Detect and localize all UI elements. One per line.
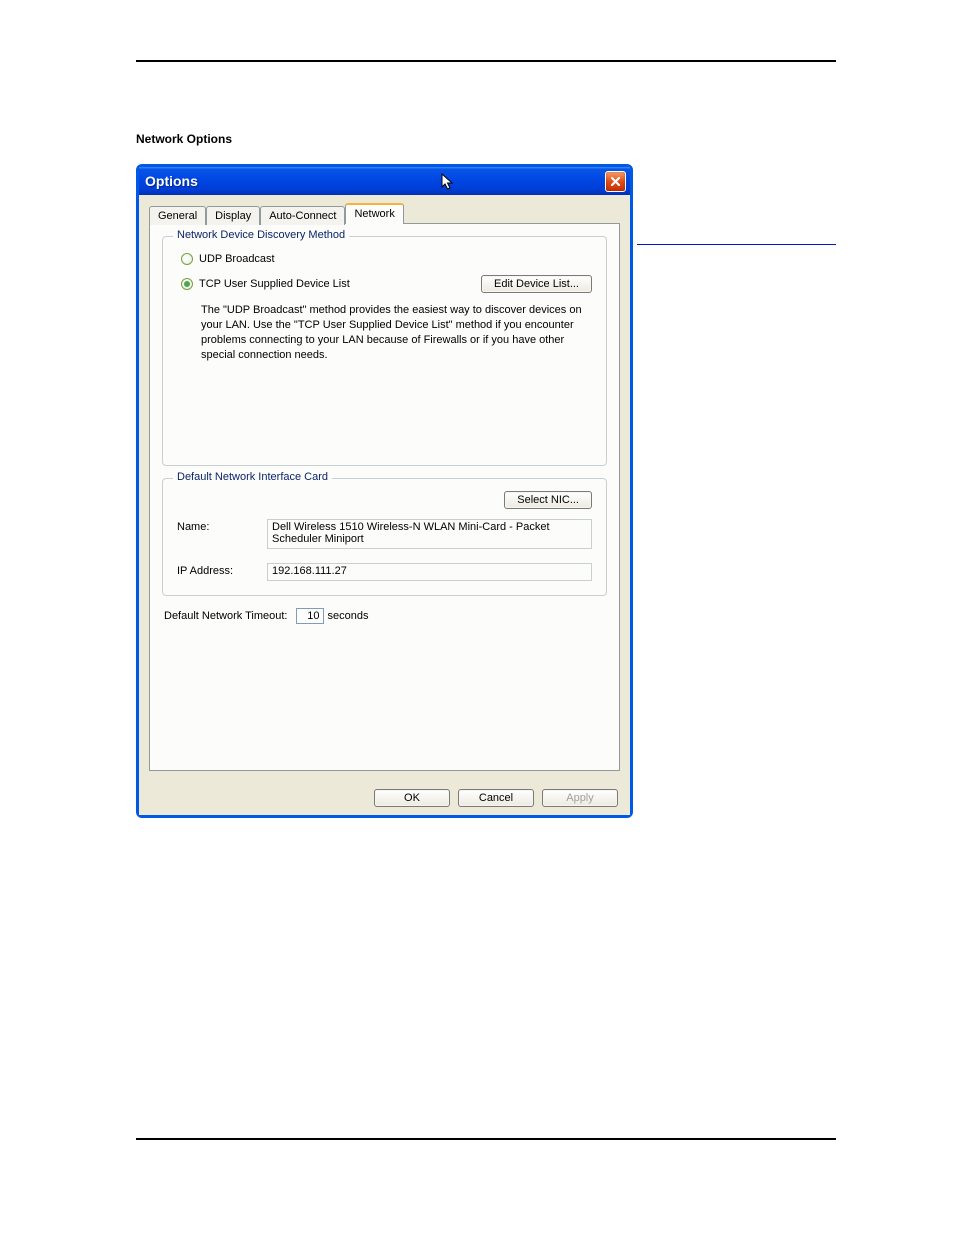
tab-display[interactable]: Display <box>206 206 260 225</box>
bottom-divider <box>136 1138 836 1140</box>
nic-group: Default Network Interface Card Select NI… <box>162 478 607 596</box>
cancel-button[interactable]: Cancel <box>458 789 534 807</box>
close-button[interactable] <box>605 171 626 192</box>
nic-ip-value: 192.168.111.27 <box>267 563 592 581</box>
tab-general[interactable]: General <box>149 206 206 225</box>
titlebar[interactable]: Options <box>139 167 630 195</box>
tab-panel-network: Network Device Discovery Method UDP Broa… <box>149 223 620 771</box>
window-title: Options <box>145 173 198 189</box>
radio-icon <box>181 278 193 290</box>
timeout-label: Default Network Timeout: <box>164 610 288 622</box>
tab-strip: General Display Auto-Connect Network <box>149 203 620 224</box>
radio-udp-broadcast[interactable]: UDP Broadcast <box>181 253 592 265</box>
cursor-icon <box>441 173 457 196</box>
radio-icon <box>181 253 193 265</box>
nic-ip-label: IP Address: <box>177 563 267 577</box>
nic-group-title: Default Network Interface Card <box>173 471 332 483</box>
radio-tcp-list[interactable]: TCP User Supplied Device List Edit Devic… <box>181 275 592 293</box>
dialog-button-bar: OK Cancel Apply <box>139 781 630 815</box>
discovery-group-title: Network Device Discovery Method <box>173 229 349 241</box>
discovery-description: The "UDP Broadcast" method provides the … <box>201 303 592 362</box>
nic-name-label: Name: <box>177 519 267 533</box>
select-nic-button[interactable]: Select NIC... <box>504 491 592 509</box>
discovery-group: Network Device Discovery Method UDP Broa… <box>162 236 607 466</box>
apply-button[interactable]: Apply <box>542 789 618 807</box>
top-divider <box>136 60 836 62</box>
tab-network[interactable]: Network <box>345 203 403 224</box>
edit-device-list-button[interactable]: Edit Device List... <box>481 275 592 293</box>
radio-tcp-label: TCP User Supplied Device List <box>199 278 350 290</box>
ok-button[interactable]: OK <box>374 789 450 807</box>
timeout-input[interactable] <box>296 608 324 624</box>
options-dialog: Options General Display Auto-Connect Net… <box>136 164 633 818</box>
radio-udp-label: UDP Broadcast <box>199 253 275 265</box>
nic-name-value: Dell Wireless 1510 Wireless-N WLAN Mini-… <box>267 519 592 549</box>
tab-auto-connect[interactable]: Auto-Connect <box>260 206 345 225</box>
section-heading: Network Options <box>136 132 836 146</box>
timeout-unit: seconds <box>328 610 369 622</box>
side-rule <box>637 244 836 245</box>
